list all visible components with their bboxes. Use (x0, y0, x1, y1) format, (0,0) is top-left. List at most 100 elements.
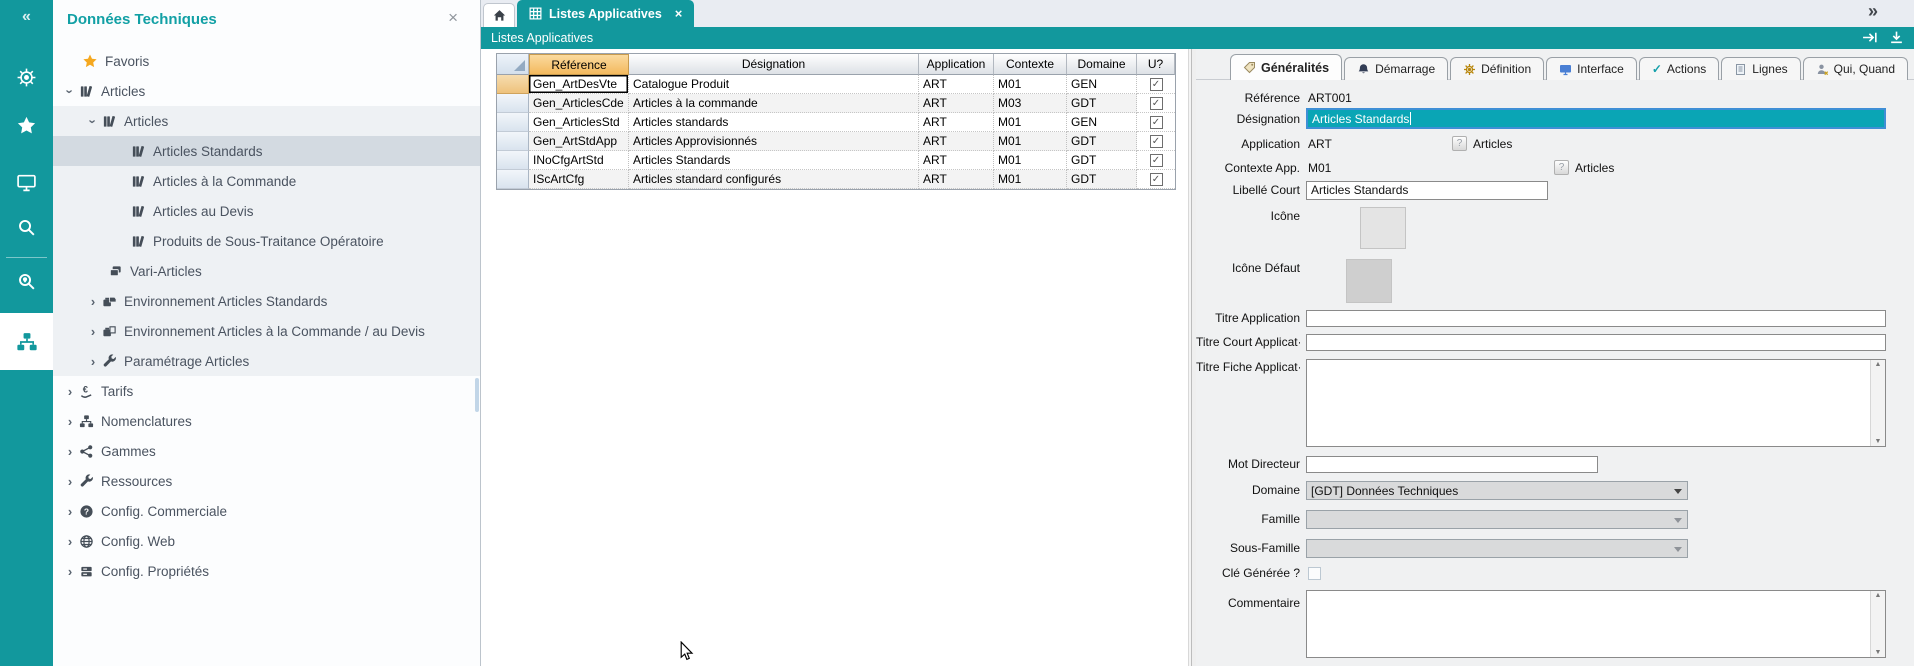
panel-splitter[interactable] (1188, 49, 1196, 666)
row-selector[interactable] (497, 113, 529, 132)
scroll-down-icon[interactable]: ▼ (1871, 649, 1885, 656)
scroll-up-icon[interactable]: ▲ (1871, 361, 1885, 368)
chevron-right-icon[interactable]: › (62, 474, 78, 489)
tree-item-env-articles-standards[interactable]: › Environnement Articles Standards (53, 286, 480, 316)
tab-actions[interactable]: ✓ Actions (1639, 57, 1719, 80)
cell-reference[interactable]: IScArtCfg (529, 170, 629, 189)
domaine-select[interactable]: [GDT] Données Techniques (1306, 481, 1688, 500)
chevron-right-icon[interactable]: › (62, 444, 78, 459)
tab-overflow-icon[interactable]: » (1868, 1, 1876, 22)
icone-picker[interactable] (1360, 207, 1406, 249)
cell-application[interactable]: ART (919, 113, 994, 132)
chevron-right-icon[interactable]: › (85, 294, 101, 309)
cell-reference[interactable]: Gen_ArticlesCde (529, 94, 629, 113)
chevron-right-icon[interactable]: › (62, 534, 78, 549)
tab-interface[interactable]: Interface (1546, 57, 1637, 80)
commentaire-textarea[interactable]: ▲▼ (1306, 590, 1886, 658)
icone-defaut-picker[interactable] (1346, 259, 1392, 303)
checked-checkbox-icon[interactable]: ✓ (1150, 154, 1163, 167)
cell-reference[interactable]: Gen_ArtStdApp (529, 132, 629, 151)
tree-item-config-proprietes[interactable]: › Config. Propriétés (53, 556, 480, 586)
download-icon[interactable] (1889, 31, 1904, 44)
chevron-right-icon[interactable]: › (85, 354, 101, 369)
close-icon[interactable]: × (675, 6, 683, 21)
cell-domaine[interactable]: GDT (1067, 94, 1137, 113)
grid-row[interactable]: IScArtCfg Articles standard configurés A… (497, 170, 1175, 189)
cell-domaine[interactable]: GDT (1067, 132, 1137, 151)
checked-checkbox-icon[interactable]: ✓ (1150, 78, 1163, 91)
cell-designation[interactable]: Articles Approvisionnés (629, 132, 919, 151)
sitemap-icon[interactable] (0, 327, 53, 357)
tree-item-articles-devis[interactable]: Articles au Devis (53, 196, 480, 226)
grid-row[interactable]: Gen_ArtStdApp Articles Approvisionnés AR… (497, 132, 1175, 151)
collapse-panel-icon[interactable]: « (0, 8, 53, 26)
tree-item-vari-articles[interactable]: Vari-Articles (53, 256, 480, 286)
chevron-right-icon[interactable]: › (62, 384, 78, 399)
star-icon[interactable] (0, 110, 53, 140)
chevron-right-icon[interactable]: › (62, 564, 78, 579)
chevron-down-icon[interactable]: › (86, 113, 101, 129)
row-selector[interactable] (497, 75, 529, 94)
tree-scrollbar-thumb[interactable] (475, 378, 479, 412)
cell-domaine[interactable]: GEN (1067, 113, 1137, 132)
chevron-right-icon[interactable]: › (62, 414, 78, 429)
cell-checkbox[interactable]: ✓ (1137, 151, 1175, 170)
cell-application[interactable]: ART (919, 75, 994, 94)
cell-checkbox[interactable]: ✓ (1137, 75, 1175, 94)
tree-item-articles[interactable]: › Articles (53, 76, 480, 106)
cell-application[interactable]: ART (919, 132, 994, 151)
column-header-u[interactable]: U? (1137, 54, 1175, 75)
tree-item-tarifs[interactable]: › € Tarifs (53, 376, 480, 406)
cell-designation[interactable]: Articles standards (629, 113, 919, 132)
cell-contexte[interactable]: M03 (994, 94, 1067, 113)
close-icon[interactable]: × (448, 8, 458, 28)
help-button[interactable]: ? (1554, 160, 1569, 175)
cell-designation[interactable]: Articles Standards (629, 151, 919, 170)
cell-application[interactable]: ART (919, 170, 994, 189)
row-selector[interactable] (497, 94, 529, 113)
checked-checkbox-icon[interactable]: ✓ (1150, 135, 1163, 148)
titre-court-input[interactable] (1306, 334, 1886, 351)
scroll-down-icon[interactable]: ▼ (1871, 438, 1885, 445)
tree-item-articles-standards[interactable]: Articles Standards (53, 136, 480, 166)
checked-checkbox-icon[interactable]: ✓ (1150, 97, 1163, 110)
pin-panel-icon[interactable] (1862, 31, 1879, 44)
designation-input[interactable]: Articles Standards (1306, 108, 1886, 129)
tab-definition[interactable]: Définition (1450, 57, 1544, 80)
titre-fiche-textarea[interactable]: ▲▼ (1306, 359, 1886, 447)
tree-item-nomenclatures[interactable]: › Nomenclatures (53, 406, 480, 436)
cell-domaine[interactable]: GDT (1067, 151, 1137, 170)
scroll-up-icon[interactable]: ▲ (1871, 592, 1885, 599)
tab-generalites[interactable]: Généralités (1230, 54, 1342, 80)
search-icon[interactable] (0, 212, 53, 242)
chevron-down-icon[interactable]: › (63, 83, 78, 99)
tree-item-gammes[interactable]: › Gammes (53, 436, 480, 466)
column-header-contexte[interactable]: Contexte (994, 54, 1067, 75)
cell-reference[interactable]: Gen_ArticlesStd (529, 113, 629, 132)
cell-reference[interactable]: INoCfgArtStd (529, 151, 629, 170)
tree-item-articles-commande[interactable]: Articles à la Commande (53, 166, 480, 196)
mot-directeur-input[interactable] (1306, 456, 1598, 473)
cell-contexte[interactable]: M01 (994, 170, 1067, 189)
grid-row[interactable]: Gen_ArticlesStd Articles standards ART M… (497, 113, 1175, 132)
cell-reference[interactable]: Gen_ArtDesVte (529, 75, 629, 94)
column-header-reference[interactable]: Référence (529, 54, 629, 75)
cell-checkbox[interactable]: ✓ (1137, 94, 1175, 113)
cell-designation[interactable]: Articles à la commande (629, 94, 919, 113)
libelle-court-input[interactable]: Articles Standards (1306, 181, 1548, 200)
cell-application[interactable]: ART (919, 94, 994, 113)
tab-lignes[interactable]: Lignes (1721, 57, 1800, 80)
column-header-application[interactable]: Application (919, 54, 994, 75)
tab-demarrage[interactable]: Démarrage (1344, 57, 1448, 80)
cell-checkbox[interactable]: ✓ (1137, 170, 1175, 189)
cell-contexte[interactable]: M01 (994, 75, 1067, 94)
row-selector[interactable] (497, 132, 529, 151)
cell-contexte[interactable]: M01 (994, 113, 1067, 132)
tab-listes-applicatives[interactable]: Listes Applicatives × (517, 0, 694, 27)
tree-item-articles-sub[interactable]: › Articles (53, 106, 480, 136)
row-selector[interactable] (497, 170, 529, 189)
tab-qui-quand[interactable]: Qui, Quand (1803, 57, 1908, 80)
scrollbar[interactable]: ▲▼ (1870, 591, 1885, 657)
cell-checkbox[interactable]: ✓ (1137, 132, 1175, 151)
cell-designation[interactable]: Articles standard configurés (629, 170, 919, 189)
